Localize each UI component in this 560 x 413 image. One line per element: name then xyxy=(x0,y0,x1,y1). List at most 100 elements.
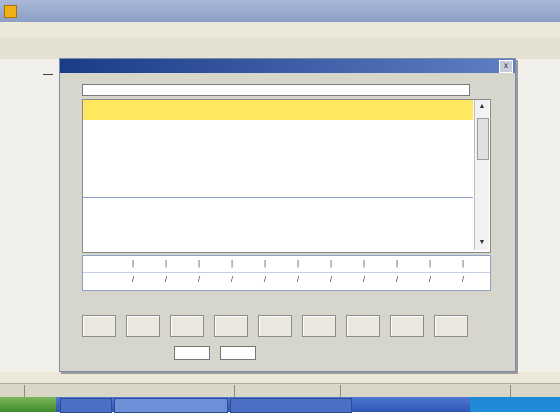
table-row[interactable] xyxy=(83,162,473,177)
action-button[interactable] xyxy=(258,315,292,337)
column-header[interactable] xyxy=(249,105,279,116)
table-cell xyxy=(385,125,415,135)
action-button[interactable] xyxy=(126,315,160,337)
menu-item[interactable] xyxy=(32,23,62,35)
dialog-titlebar[interactable] xyxy=(60,59,515,73)
grid-cell[interactable]: / xyxy=(193,275,205,285)
scroll-up-icon[interactable]: ▲ xyxy=(477,102,487,112)
action-button[interactable] xyxy=(346,315,380,337)
action-button[interactable] xyxy=(214,315,248,337)
column-header[interactable] xyxy=(317,105,347,116)
app-icon xyxy=(4,5,17,18)
table-cell xyxy=(385,185,415,195)
data-table: ▲ ▼ xyxy=(82,99,491,253)
action-button[interactable] xyxy=(434,315,468,337)
scrollbar-thumb[interactable] xyxy=(477,118,489,160)
close-icon[interactable]: x xyxy=(499,60,513,73)
grid-cell[interactable]: | xyxy=(391,259,403,269)
table-row[interactable] xyxy=(83,142,473,157)
taskbar-item-active[interactable] xyxy=(114,398,228,413)
grid-cell[interactable]: | xyxy=(358,259,370,269)
action-button[interactable] xyxy=(302,315,336,337)
taskbar-item[interactable] xyxy=(60,398,112,413)
taskbar-item[interactable] xyxy=(230,398,352,413)
grid-cell[interactable]: / xyxy=(160,275,172,285)
column-header[interactable] xyxy=(147,105,177,116)
menu-item[interactable] xyxy=(100,23,124,35)
grid-cell[interactable]: / xyxy=(292,275,304,285)
menu-item[interactable] xyxy=(66,23,96,35)
table-cell xyxy=(351,205,381,215)
column-header[interactable] xyxy=(283,105,313,116)
grid-cell[interactable]: / xyxy=(325,275,337,285)
table-cell xyxy=(181,145,211,155)
table-cell xyxy=(113,225,143,235)
table-cell xyxy=(147,185,177,195)
table-cell xyxy=(147,225,177,235)
small-grid: | | | | | | | | | | | / / / / / / / / / / / xyxy=(82,255,491,291)
column-header[interactable] xyxy=(419,105,449,116)
column-header[interactable] xyxy=(181,105,211,116)
status-item xyxy=(2,385,22,397)
scroll-down-icon[interactable]: ▼ xyxy=(477,238,487,248)
menu-item[interactable] xyxy=(4,23,30,35)
row-label xyxy=(85,125,109,135)
table-row[interactable] xyxy=(83,122,473,137)
action-button[interactable] xyxy=(390,315,424,337)
table-cell xyxy=(249,185,279,195)
table-cell xyxy=(419,205,449,215)
table-cell xyxy=(215,145,245,155)
window-controls[interactable] xyxy=(500,5,554,17)
grid-row-label xyxy=(93,275,105,285)
table-cell xyxy=(351,165,381,175)
table-cell xyxy=(351,125,381,135)
grid-cell[interactable]: / xyxy=(391,275,403,285)
grid-cell[interactable]: | xyxy=(160,259,172,269)
table-cell xyxy=(317,165,347,175)
app-titlebar[interactable] xyxy=(0,0,560,22)
table-row[interactable] xyxy=(83,222,473,237)
table-cell xyxy=(181,165,211,175)
option-value xyxy=(176,347,206,359)
table-cell xyxy=(385,205,415,215)
grid-cell[interactable]: | xyxy=(193,259,205,269)
table-cell xyxy=(283,145,313,155)
grid-cell[interactable]: | xyxy=(325,259,337,269)
action-button[interactable] xyxy=(170,315,204,337)
system-tray[interactable] xyxy=(470,397,560,412)
grid-row-label xyxy=(93,259,105,269)
grid-cell[interactable]: | xyxy=(424,259,436,269)
grid-cell[interactable]: | xyxy=(292,259,304,269)
grid-cell[interactable]: | xyxy=(259,259,271,269)
grid-cell[interactable]: / xyxy=(358,275,370,285)
table-row[interactable] xyxy=(83,182,473,198)
table-cell xyxy=(283,165,313,175)
column-header[interactable] xyxy=(113,105,143,116)
status-bar xyxy=(0,383,560,398)
grid-cell[interactable]: / xyxy=(226,275,238,285)
table-row[interactable] xyxy=(83,202,473,217)
formula-input[interactable] xyxy=(82,84,470,96)
table-cell xyxy=(419,145,449,155)
grid-cell[interactable]: | xyxy=(127,259,139,269)
grid-row: / / / / / / / / / / / xyxy=(83,272,490,288)
grid-cell[interactable]: | xyxy=(457,259,469,269)
table-cell xyxy=(249,125,279,135)
table-cell xyxy=(147,165,177,175)
action-button[interactable] xyxy=(82,315,116,337)
table-cell xyxy=(113,145,143,155)
grid-cell[interactable]: / xyxy=(127,275,139,285)
column-header[interactable] xyxy=(215,105,245,116)
grid-cell[interactable]: | xyxy=(226,259,238,269)
table-cell xyxy=(351,145,381,155)
table-cell xyxy=(419,185,449,195)
table-scrollbar[interactable]: ▲ ▼ xyxy=(474,100,489,250)
column-header[interactable] xyxy=(385,105,415,116)
grid-cell[interactable]: / xyxy=(457,275,469,285)
column-header[interactable] xyxy=(85,105,109,116)
grid-cell[interactable]: / xyxy=(259,275,271,285)
column-header[interactable] xyxy=(351,105,381,116)
start-button[interactable] xyxy=(0,397,56,412)
grid-cell[interactable]: / xyxy=(424,275,436,285)
table-cell xyxy=(215,205,245,215)
